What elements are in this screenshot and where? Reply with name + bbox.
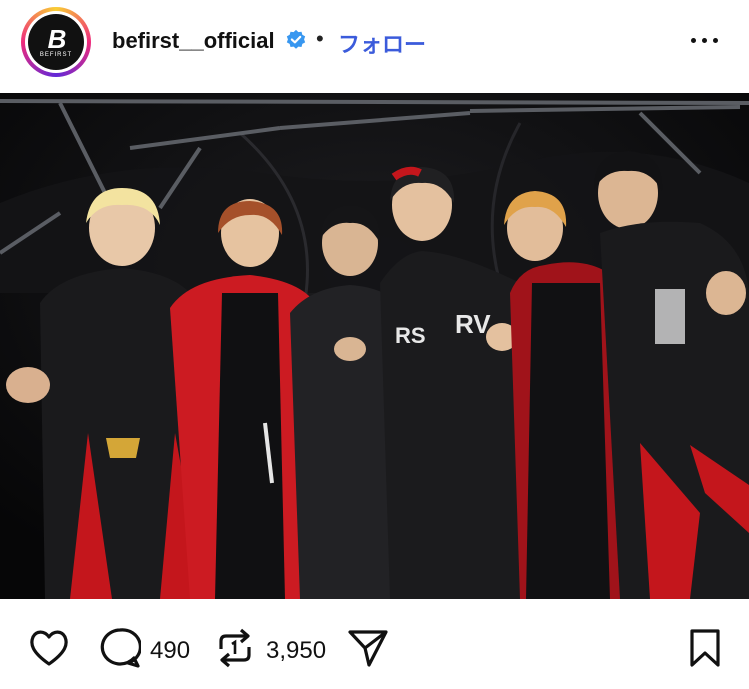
avatar[interactable]: B BEFIRST — [21, 7, 91, 77]
separator-dot: • — [316, 26, 324, 51]
repost-icon[interactable] — [215, 627, 255, 669]
verified-badge-icon — [286, 29, 306, 49]
svg-text:RV: RV — [455, 309, 491, 339]
befirst-logo: B BEFIRST — [28, 14, 84, 70]
logo-text: BEFIRST — [39, 52, 73, 58]
more-options-icon[interactable] — [688, 26, 722, 54]
heart-icon[interactable] — [28, 628, 70, 668]
reposts-count: 3,950 — [266, 637, 327, 664]
group-photo-illustration: RS RV — [0, 93, 749, 599]
bookmark-icon[interactable] — [688, 628, 722, 668]
username[interactable]: befirst__official — [112, 28, 275, 54]
svg-text:RS: RS — [395, 323, 426, 348]
follow-button[interactable]: フォロー — [338, 27, 426, 59]
post-photo[interactable]: RS RV — [0, 93, 749, 599]
comment-icon[interactable] — [99, 627, 141, 669]
share-icon[interactable] — [347, 628, 389, 668]
logo-mark: B — [47, 24, 67, 54]
comments-count: 490 — [150, 637, 191, 664]
action-bar: 490 3,950 — [0, 600, 749, 689]
post-header: B BEFIRST befirst__official • フォロー — [0, 0, 749, 92]
